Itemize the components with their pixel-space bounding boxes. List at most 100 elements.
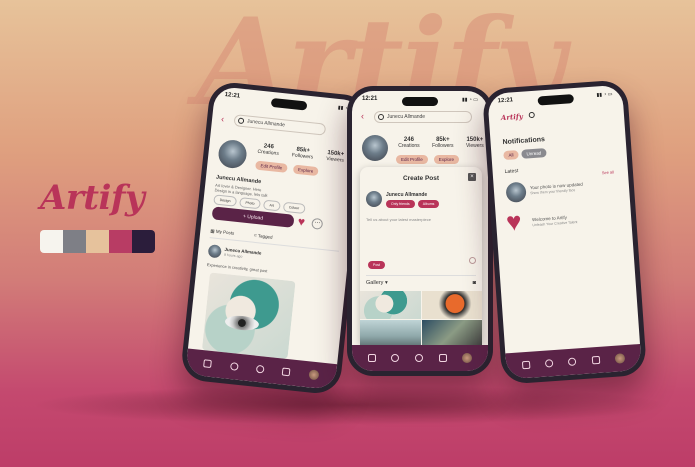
showcase-stage: Artify Artify 12:21 ▮▮ ◔ ▭ ‹ Junecu Allm… xyxy=(0,0,695,467)
phone-profile: 12:21 ▮▮ ◔ ▭ ‹ Junecu Allmande 246 Creati… xyxy=(179,80,371,396)
home-icon[interactable] xyxy=(521,360,531,370)
gallery-row: Gallery ▾ ◙ xyxy=(366,275,476,286)
tag-chip[interactable]: Art xyxy=(262,199,281,212)
search-nav-icon[interactable] xyxy=(229,362,239,371)
post-artwork-image[interactable] xyxy=(201,272,296,359)
see-all-link[interactable]: See all xyxy=(602,169,615,175)
stat-followers: 85k+ Followers xyxy=(432,137,454,149)
app-logo: Artify xyxy=(500,111,524,123)
notification-item[interactable]: Your photo is now updated Show them your… xyxy=(505,175,615,203)
gallery-thumb[interactable] xyxy=(360,319,421,347)
profile-avatar[interactable] xyxy=(362,135,388,161)
explore-button[interactable]: Explore xyxy=(433,155,460,164)
stats-row: 246 Creations 85k+ Followers 150k+ Viewers xyxy=(392,137,488,149)
status-time: 12:21 xyxy=(497,97,514,105)
page-title: Notifications xyxy=(502,136,546,147)
post-placeholder: Tell us about your latest masterpiece xyxy=(366,217,431,222)
tag-chip[interactable]: Colour xyxy=(282,201,306,214)
notifications-screen: 12:21 ▮▮ ◔ ▭ Artify Notifications All Un… xyxy=(487,84,642,380)
profile-actions: Edit Profile Explore xyxy=(255,160,319,177)
profile-avatar[interactable] xyxy=(217,138,248,170)
close-icon[interactable]: × xyxy=(468,173,476,181)
upload-label: + Upload xyxy=(242,213,264,222)
gallery-thumb[interactable] xyxy=(360,291,421,319)
brand-logo: Artify xyxy=(40,178,145,218)
notifications-icon[interactable] xyxy=(591,355,601,365)
filter-tabs: All Unread xyxy=(503,148,547,161)
community-icon[interactable] xyxy=(568,357,577,367)
back-button[interactable]: ‹ xyxy=(221,114,225,124)
gallery-grid xyxy=(360,291,482,347)
palette-swatch xyxy=(132,230,155,253)
gallery-thumb[interactable] xyxy=(421,319,482,347)
search-icon xyxy=(378,114,384,120)
tab-tagged[interactable]: ⌗ Tagged xyxy=(254,233,273,241)
home-icon[interactable] xyxy=(203,359,213,369)
profile-nav-avatar[interactable] xyxy=(614,353,626,364)
brand-block: Artify xyxy=(40,178,155,253)
system-icons: ▮▮ ◔ ▭ xyxy=(461,97,478,103)
notifications-icon[interactable] xyxy=(282,367,291,377)
search-icon[interactable] xyxy=(528,111,535,119)
emoji-icon[interactable] xyxy=(469,257,476,264)
phone-create-post: 12:21 ▮▮ ◔ ▭ ‹ Junecu Allmande 246 Creati… xyxy=(347,86,493,376)
tag-chip[interactable]: Photo xyxy=(238,197,262,210)
profile-actions: Edit Profile Explore xyxy=(396,155,460,164)
notification-avatar xyxy=(505,181,527,203)
system-icons: ▮▮ ◔ ▭ xyxy=(596,91,613,99)
notification-item[interactable]: ♥ Welcome to Artify Unleash Your Creativ… xyxy=(505,205,618,237)
search-value: Junecu Allmande xyxy=(387,114,426,120)
color-palette xyxy=(40,230,155,253)
dynamic-island xyxy=(402,97,438,106)
camera-icon[interactable]: ◙ xyxy=(473,280,476,286)
modal-title: Create Post xyxy=(402,175,440,182)
heart-icon[interactable]: ♥ xyxy=(297,214,306,229)
bottom-navbar xyxy=(505,344,642,380)
modal-author-avatar xyxy=(366,191,382,207)
filter-unread[interactable]: Unread xyxy=(521,148,547,159)
edit-profile-button[interactable]: Edit Profile xyxy=(255,160,288,173)
dynamic-island xyxy=(270,97,308,111)
tab-my-posts[interactable]: ▦ My Posts xyxy=(210,228,234,236)
visibility-options: Only friends Albums xyxy=(386,200,440,208)
status-time: 12:21 xyxy=(362,96,378,102)
gallery-thumb[interactable] xyxy=(421,291,482,319)
profile-nav-avatar[interactable] xyxy=(308,369,320,381)
profile-screen: 12:21 ▮▮ ◔ ▭ ‹ Junecu Allmande 246 Creati… xyxy=(185,85,365,391)
palette-swatch xyxy=(63,230,86,253)
profile-nav-avatar[interactable] xyxy=(462,353,473,363)
search-input[interactable]: Junecu Allmande xyxy=(233,114,327,136)
artwork-eye-detail xyxy=(224,314,260,332)
edit-profile-button[interactable]: Edit Profile xyxy=(396,155,428,164)
heart-icon: ♥ xyxy=(505,206,523,238)
status-time: 12:21 xyxy=(224,91,241,100)
post-caption: Experience in creativity, great post xyxy=(206,262,268,274)
palette-swatch xyxy=(86,230,109,253)
more-options-icon[interactable]: ⋯ xyxy=(311,217,324,230)
create-post-screen: 12:21 ▮▮ ◔ ▭ ‹ Junecu Allmande 246 Creati… xyxy=(352,91,488,371)
gallery-dropdown[interactable]: Gallery ▾ xyxy=(366,280,388,286)
post-author-avatar[interactable] xyxy=(207,244,222,259)
search-nav-icon[interactable] xyxy=(391,354,400,362)
search-nav-icon[interactable] xyxy=(544,359,554,368)
floor-shadow xyxy=(30,385,670,425)
visibility-friends-button[interactable]: Only friends xyxy=(386,200,415,208)
filter-all[interactable]: All xyxy=(503,150,519,161)
post-time: 9 hours ago xyxy=(223,252,243,259)
community-icon[interactable] xyxy=(255,364,265,374)
visibility-albums-button[interactable]: Albums xyxy=(417,200,440,208)
search-input[interactable]: Junecu Allmande xyxy=(374,111,472,123)
post-button[interactable]: Post xyxy=(368,261,386,269)
tag-chip[interactable]: Design xyxy=(213,194,238,207)
community-icon[interactable] xyxy=(414,354,423,362)
stat-viewers: 150k+ Viewers xyxy=(466,137,484,149)
notifications-icon[interactable] xyxy=(438,354,447,362)
home-icon[interactable] xyxy=(367,354,376,362)
search-icon xyxy=(237,117,245,125)
back-button[interactable]: ‹ xyxy=(361,111,364,121)
stat-creations: 246 Creations xyxy=(257,143,280,157)
explore-button[interactable]: Explore xyxy=(292,164,319,177)
chevron-down-icon: ▾ xyxy=(384,280,388,286)
post-text-field[interactable]: Tell us about your latest masterpiece xyxy=(366,217,476,257)
section-label: Latest xyxy=(504,168,519,176)
